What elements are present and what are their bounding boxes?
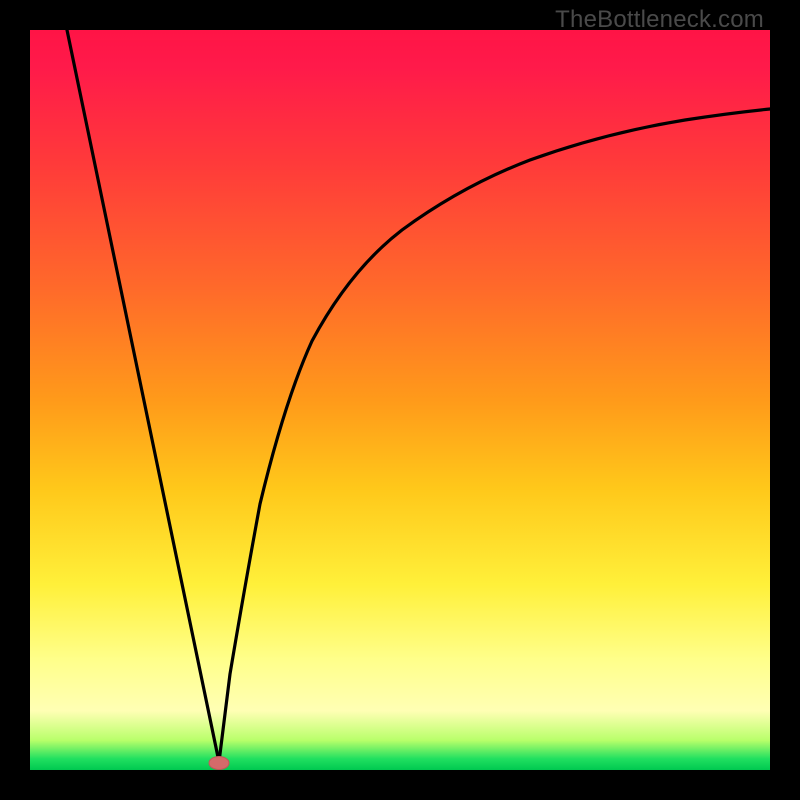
chart-container: TheBottleneck.com [0, 0, 800, 800]
plot-area [30, 30, 770, 770]
curve-left-branch [67, 30, 219, 762]
curve-layer [30, 30, 770, 770]
curve-right-branch [219, 109, 770, 762]
watermark-text: TheBottleneck.com [555, 6, 764, 34]
minimum-marker [209, 757, 229, 770]
